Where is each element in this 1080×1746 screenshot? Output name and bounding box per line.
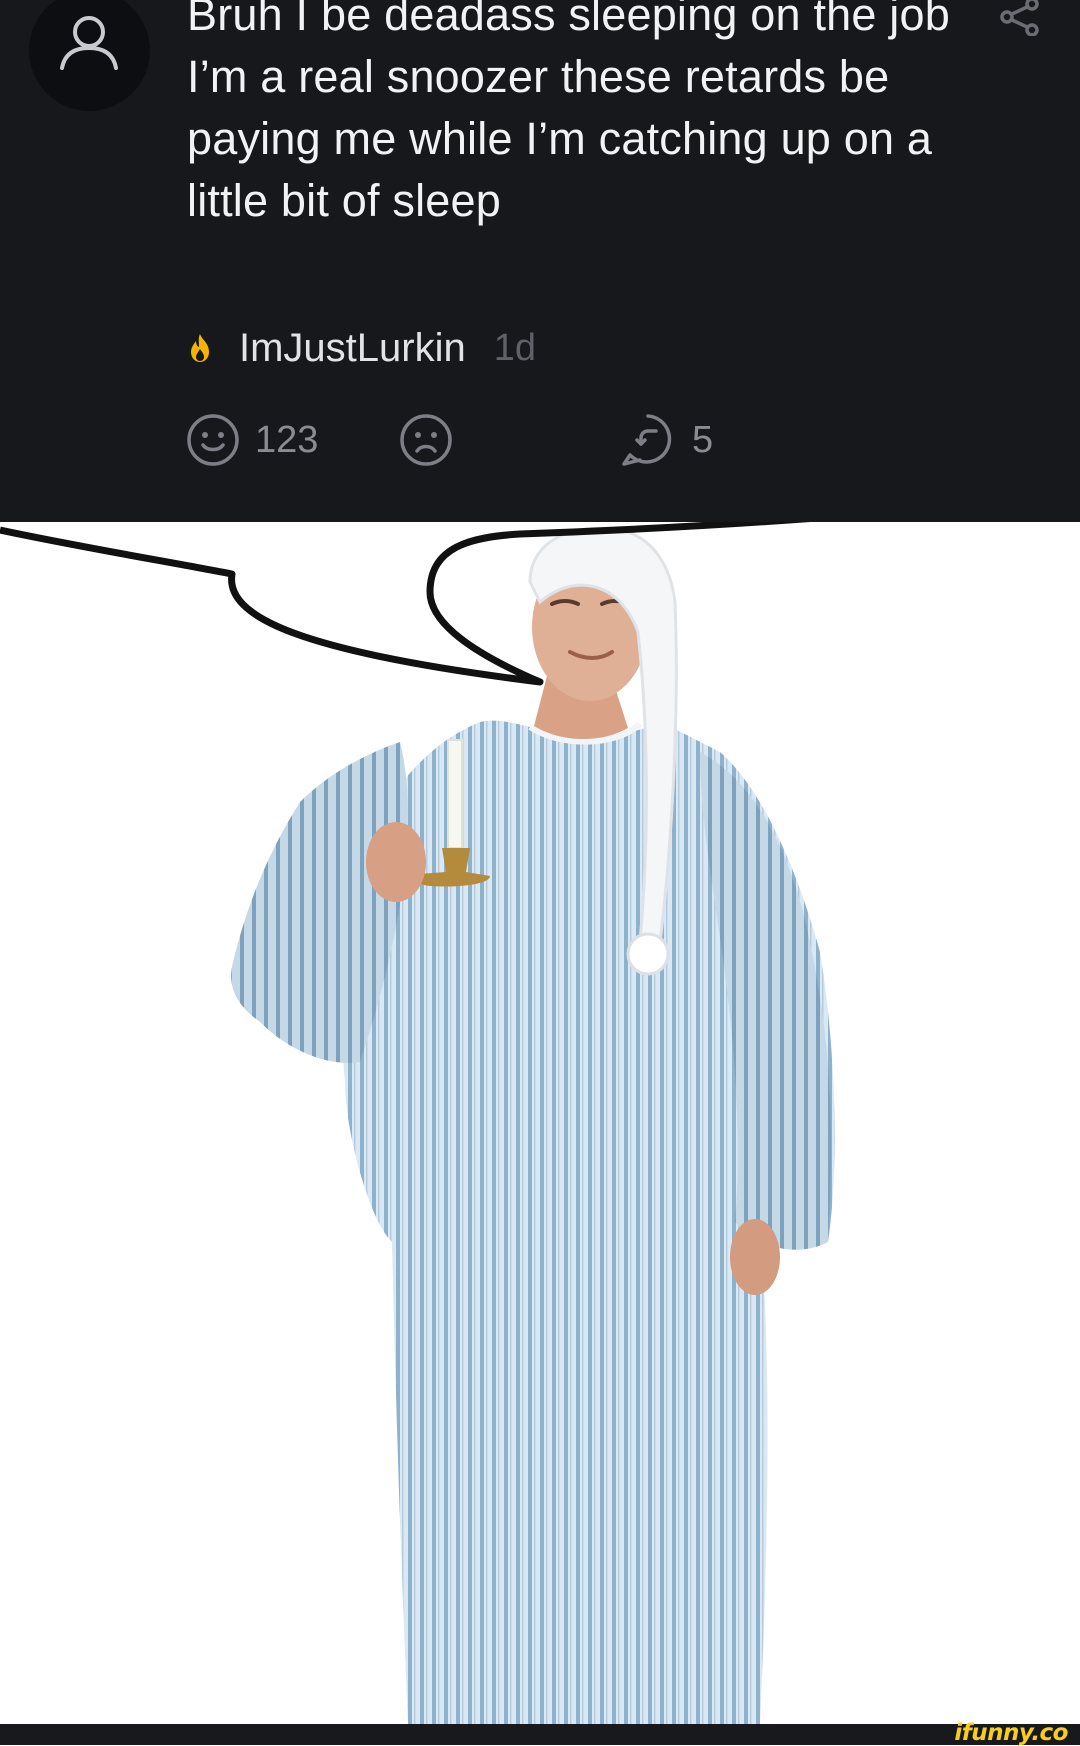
comment-text: Bruh I be deadass sleeping on the job I’…: [187, 0, 950, 226]
pompom: [626, 932, 670, 976]
smile-button[interactable]: 123: [185, 410, 318, 470]
comment-card: Bruh I be deadass sleeping on the job I’…: [0, 0, 1080, 522]
ifunny-watermark: ifunny.co: [954, 1720, 1068, 1746]
author-row: ImJustLurkin 1d: [187, 322, 536, 374]
smile-icon: [187, 414, 239, 466]
frown-icon: [400, 414, 452, 466]
left-hand: [366, 822, 426, 902]
right-hand: [730, 1219, 780, 1295]
comment-author[interactable]: ImJustLurkin: [239, 326, 466, 371]
meme-picture: [0, 522, 835, 1724]
reply-icon: [622, 414, 672, 466]
smile-count: 123: [255, 418, 319, 461]
flame-icon: [191, 334, 209, 362]
frown-button[interactable]: [398, 410, 454, 470]
bottom-bar: ifunny.co: [0, 1720, 1080, 1746]
candle: [447, 739, 463, 849]
reply-button[interactable]: 5: [618, 410, 713, 470]
reply-count: 5: [692, 418, 714, 461]
share-icon[interactable]: [998, 0, 1042, 37]
comment-time: 1d: [493, 326, 537, 369]
user-avatar-icon: [60, 16, 118, 70]
user-avatar[interactable]: [29, 0, 150, 111]
